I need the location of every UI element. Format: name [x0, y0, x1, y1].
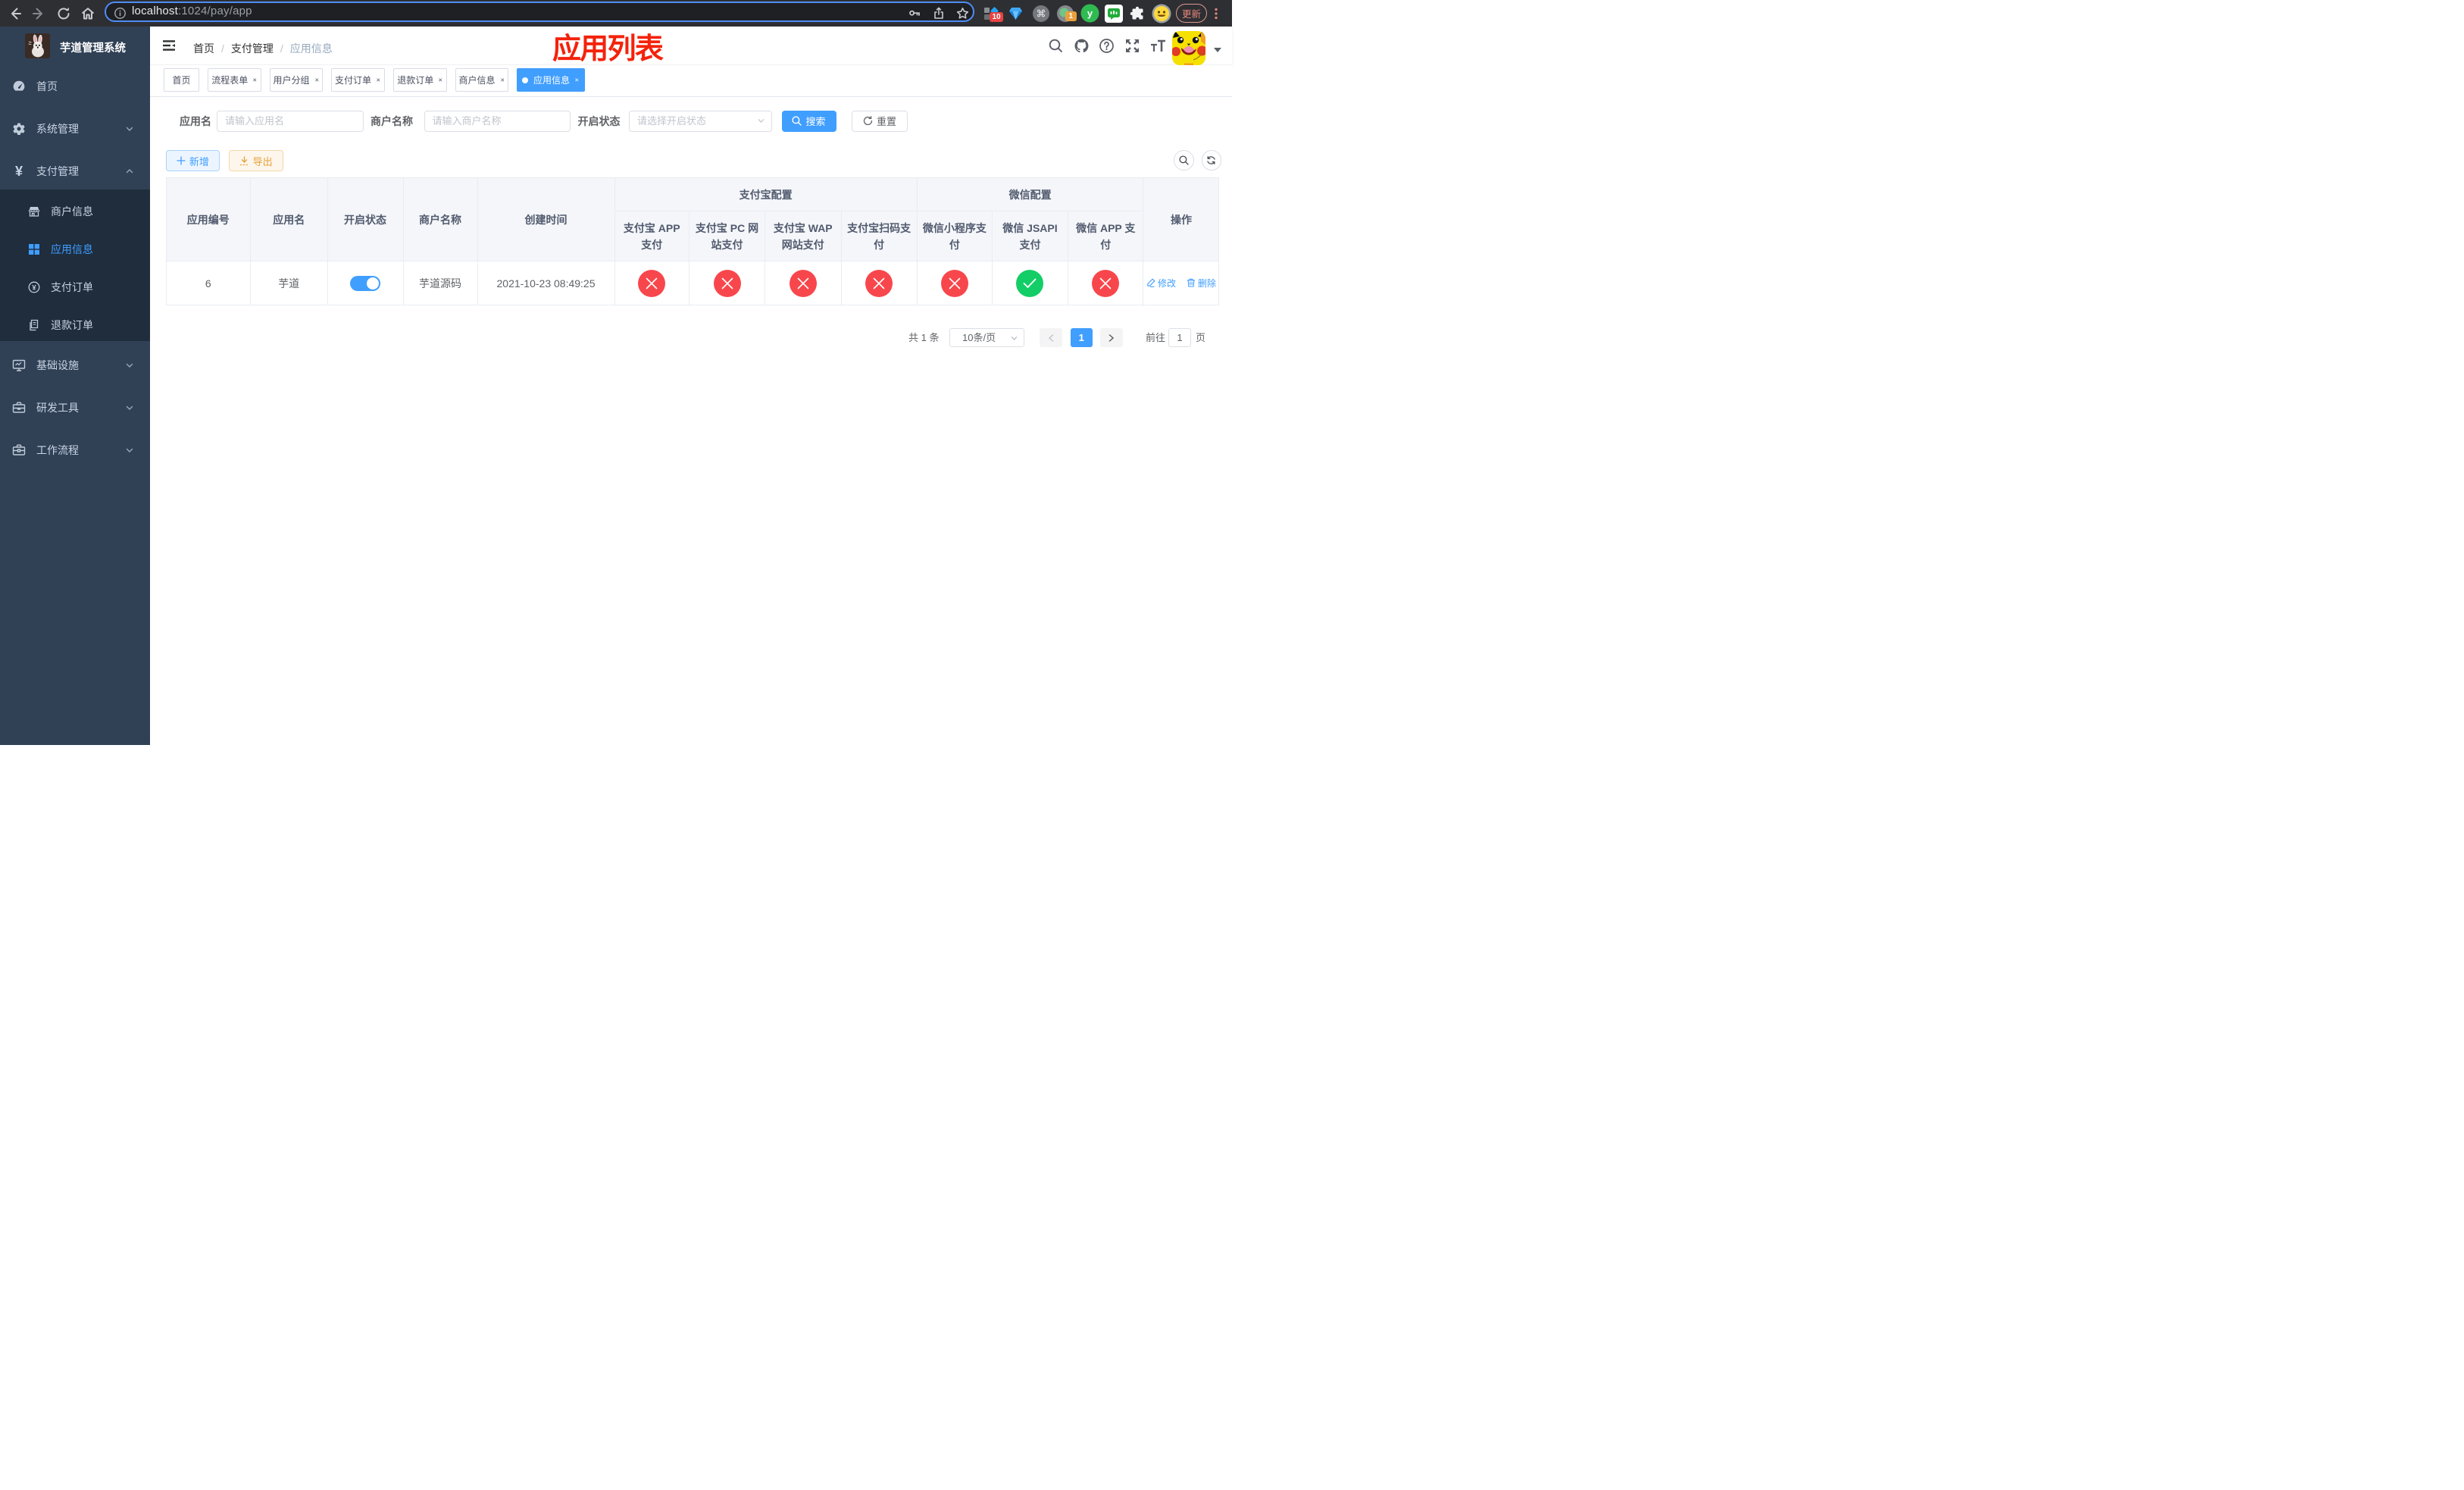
svg-text:y: y — [1087, 8, 1093, 19]
svg-text:¥: ¥ — [32, 283, 36, 292]
svg-text:⌘: ⌘ — [1037, 8, 1046, 19]
